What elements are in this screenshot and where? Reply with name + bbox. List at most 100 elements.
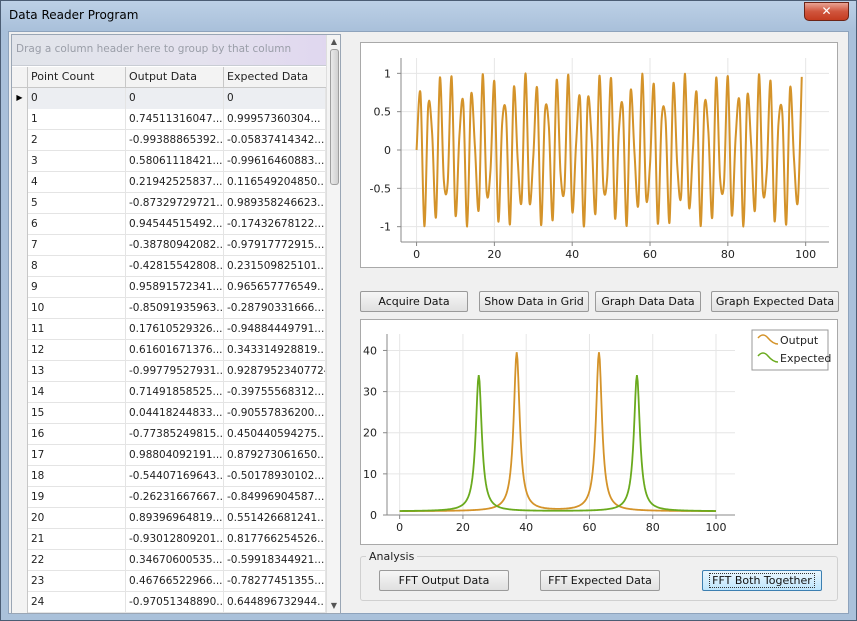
expected-data-cell[interactable]: -0.59918344921... <box>224 550 326 571</box>
point-count-cell[interactable]: 14 <box>28 382 126 403</box>
expected-data-cell[interactable]: 0.99957360304... <box>224 109 326 130</box>
expected-data-cell[interactable]: 0.817766254526... <box>224 529 326 550</box>
expected-data-cell[interactable]: 0.989358246623... <box>224 193 326 214</box>
scroll-down-icon[interactable]: ▼ <box>329 601 339 611</box>
output-data-cell[interactable]: -0.87329729721... <box>126 193 224 214</box>
expected-data-cell[interactable]: 0.644896732944... <box>224 592 326 613</box>
output-data-cell[interactable]: -0.26231667667... <box>126 487 224 508</box>
point-count-cell[interactable]: 16 <box>28 424 126 445</box>
point-count-cell[interactable]: 0 <box>28 88 126 109</box>
close-button[interactable]: ✕ <box>804 2 849 21</box>
point-count-cell[interactable]: 5 <box>28 193 126 214</box>
point-count-cell[interactable]: 12 <box>28 340 126 361</box>
row-indicator[interactable] <box>12 508 28 529</box>
table-row[interactable]: 10 -0.85091935963... -0.28790331666... <box>12 298 326 319</box>
row-indicator[interactable] <box>12 235 28 256</box>
grid-vertical-scrollbar[interactable]: ▲ ▼ <box>326 35 340 613</box>
fft-output-data-button[interactable]: FFT Output Data <box>379 570 509 591</box>
row-indicator[interactable] <box>12 571 28 592</box>
point-count-cell[interactable]: 11 <box>28 319 126 340</box>
expected-data-cell[interactable]: 0.965657776549... <box>224 277 326 298</box>
group-panel[interactable]: Drag a column header here to group by th… <box>12 35 326 66</box>
row-indicator[interactable] <box>12 109 28 130</box>
table-row[interactable]: 4 0.21942525837... 0.116549204850... <box>12 172 326 193</box>
point-count-cell[interactable]: 7 <box>28 235 126 256</box>
point-count-cell[interactable]: 21 <box>28 529 126 550</box>
expected-data-cell[interactable]: -0.39755568312... <box>224 382 326 403</box>
table-row[interactable]: 1 0.74511316047... 0.99957360304... <box>12 109 326 130</box>
table-row[interactable]: 21 -0.93012809201... 0.817766254526... <box>12 529 326 550</box>
expected-data-cell[interactable]: 0.551426681241... <box>224 508 326 529</box>
output-data-cell[interactable]: 0.98804092191... <box>126 445 224 466</box>
data-grid[interactable]: Drag a column header here to group by th… <box>11 34 341 614</box>
row-indicator[interactable] <box>12 130 28 151</box>
output-data-cell[interactable]: -0.38780942082... <box>126 235 224 256</box>
output-data-cell[interactable]: 0.04418244833... <box>126 403 224 424</box>
point-count-cell[interactable]: 15 <box>28 403 126 424</box>
expected-data-cell[interactable]: -0.99616460883... <box>224 151 326 172</box>
table-row[interactable]: 17 0.98804092191... 0.879273061650... <box>12 445 326 466</box>
table-row[interactable]: 6 0.94544515492... -0.17432678122... <box>12 214 326 235</box>
table-row[interactable]: 9 0.95891572341... 0.965657776549... <box>12 277 326 298</box>
title-bar[interactable]: Data Reader Program ✕ <box>1 1 856 31</box>
expected-data-cell[interactable]: -0.05837414342... <box>224 130 326 151</box>
output-data-cell[interactable]: -0.85091935963... <box>126 298 224 319</box>
row-indicator[interactable] <box>12 382 28 403</box>
acquire-data-button[interactable]: Acquire Data <box>360 291 468 312</box>
expected-data-cell[interactable]: 0.450440594275... <box>224 424 326 445</box>
output-data-cell[interactable]: 0.61601671376... <box>126 340 224 361</box>
output-data-cell[interactable]: -0.99388865392... <box>126 130 224 151</box>
row-indicator[interactable] <box>12 214 28 235</box>
point-count-cell[interactable]: 19 <box>28 487 126 508</box>
row-indicator[interactable] <box>12 277 28 298</box>
output-data-cell[interactable]: -0.97051348890... <box>126 592 224 613</box>
row-indicator[interactable] <box>12 466 28 487</box>
expected-data-cell[interactable]: 0.879273061650... <box>224 445 326 466</box>
output-data-cell[interactable]: 0.95891572341... <box>126 277 224 298</box>
row-indicator[interactable] <box>12 487 28 508</box>
table-row[interactable]: 15 0.04418244833... -0.90557836200... <box>12 403 326 424</box>
point-count-cell[interactable]: 13 <box>28 361 126 382</box>
output-data-cell[interactable]: 0.34670600535... <box>126 550 224 571</box>
show-data-in-grid-button[interactable]: Show Data in Grid <box>479 291 589 312</box>
row-indicator[interactable] <box>12 424 28 445</box>
point-count-cell[interactable]: 3 <box>28 151 126 172</box>
expected-data-cell[interactable]: -0.50178930102... <box>224 466 326 487</box>
row-indicator[interactable] <box>12 319 28 340</box>
table-row[interactable]: 16 -0.77385249815... 0.450440594275... <box>12 424 326 445</box>
point-count-cell[interactable]: 23 <box>28 571 126 592</box>
expected-data-cell[interactable]: 0.92879523407724 <box>224 361 326 382</box>
point-count-cell[interactable]: 8 <box>28 256 126 277</box>
scroll-thumb[interactable] <box>330 49 339 185</box>
graph-expected-data-button[interactable]: Graph Expected Data <box>711 291 839 312</box>
table-row[interactable]: 18 -0.54407169643... -0.50178930102... <box>12 466 326 487</box>
point-count-cell[interactable]: 22 <box>28 550 126 571</box>
output-data-cell[interactable]: -0.77385249815... <box>126 424 224 445</box>
table-row[interactable]: 3 0.58061118421... -0.99616460883... <box>12 151 326 172</box>
table-row[interactable]: 19 -0.26231667667... -0.84996904587... <box>12 487 326 508</box>
table-row[interactable]: 20 0.89396964819... 0.551426681241... <box>12 508 326 529</box>
row-indicator[interactable] <box>12 361 28 382</box>
expected-data-cell[interactable]: 0.231509825101... <box>224 256 326 277</box>
table-row[interactable]: 22 0.34670600535... -0.59918344921... <box>12 550 326 571</box>
row-indicator[interactable] <box>12 340 28 361</box>
row-indicator[interactable] <box>12 550 28 571</box>
table-row[interactable]: 11 0.17610529326... -0.94884449791... <box>12 319 326 340</box>
point-count-cell[interactable]: 9 <box>28 277 126 298</box>
table-row[interactable]: 23 0.46766522966... -0.78277451355... <box>12 571 326 592</box>
row-indicator[interactable] <box>12 193 28 214</box>
table-row[interactable]: 8 -0.42815542808... 0.231509825101... <box>12 256 326 277</box>
expected-data-cell[interactable]: -0.17432678122... <box>224 214 326 235</box>
output-data-cell[interactable]: -0.93012809201... <box>126 529 224 550</box>
row-indicator[interactable] <box>12 151 28 172</box>
fft-both-together-button[interactable]: FFT Both Together <box>702 570 822 591</box>
point-count-cell[interactable]: 18 <box>28 466 126 487</box>
row-indicator[interactable] <box>12 256 28 277</box>
output-data-cell[interactable]: 0.46766522966... <box>126 571 224 592</box>
output-data-cell[interactable]: 0.17610529326... <box>126 319 224 340</box>
row-indicator[interactable] <box>12 529 28 550</box>
table-row[interactable]: 13 -0.99779527931... 0.92879523407724 <box>12 361 326 382</box>
expected-data-cell[interactable]: -0.97917772915... <box>224 235 326 256</box>
table-row[interactable]: 5 -0.87329729721... 0.989358246623... <box>12 193 326 214</box>
table-row[interactable]: 12 0.61601671376... 0.343314928819... <box>12 340 326 361</box>
